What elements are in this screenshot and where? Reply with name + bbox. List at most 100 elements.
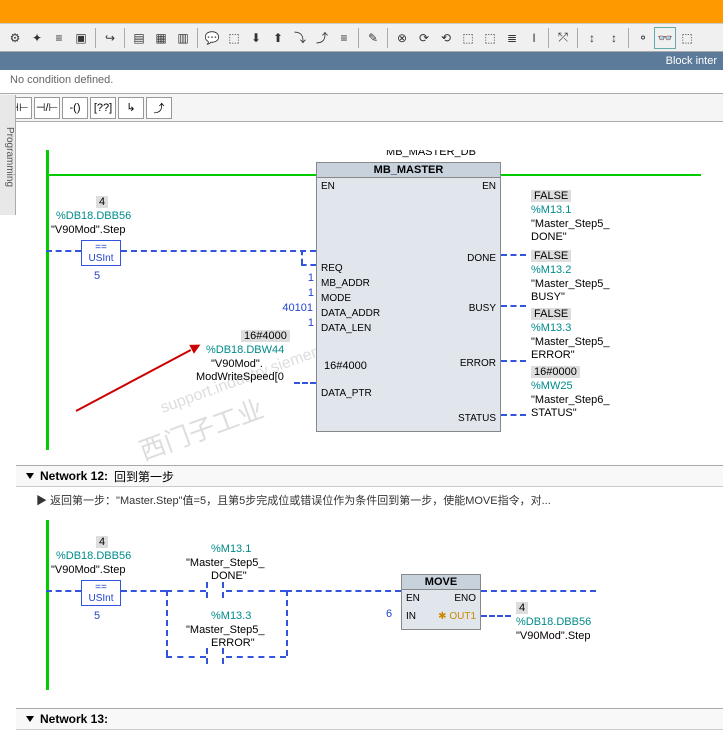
wire-dash-v <box>301 250 303 264</box>
n12-step-val: 4 <box>96 536 108 548</box>
contact-no[interactable] <box>206 648 224 664</box>
ptr-addr: %DB18.DBW44 <box>206 344 284 356</box>
busy-sym2: BUSY" <box>531 291 565 303</box>
power-rail <box>46 150 49 450</box>
tb-icon-8[interactable]: ▥ <box>172 27 194 49</box>
move-title: MOVE <box>402 575 480 590</box>
tb-icon-11[interactable]: ⬇ <box>245 27 267 49</box>
done-addr: %M13.1 <box>531 204 571 216</box>
tb-icon-25[interactable]: ↕ <box>581 27 603 49</box>
port-mode: MODE <box>321 293 351 304</box>
network-12-desc: ▶ 返回第一步："Master.Step"值=5，且第5步完成位或错误位作为条件… <box>36 492 551 508</box>
move-eno: ENO <box>454 593 476 604</box>
step-addr: %DB18.DBB56 <box>56 210 131 222</box>
tb-icon-19[interactable]: ⟲ <box>435 27 457 49</box>
toolbar-sep <box>387 28 388 48</box>
tb-icon-4[interactable]: ▣ <box>70 27 92 49</box>
ptr-sym2: ModWriteSpeed[0 <box>196 371 284 383</box>
n12-compare-box[interactable]: == USInt <box>81 580 121 606</box>
network-12-title: 回到第一步 <box>114 468 174 485</box>
tb-icon-20[interactable]: ⬚ <box>457 27 479 49</box>
compare-box[interactable]: == USInt <box>81 240 121 266</box>
out-val: 4 <box>516 602 528 614</box>
tb-icon-6[interactable]: ▤ <box>128 27 150 49</box>
tb-icon-13[interactable]: ⤵ <box>289 27 311 49</box>
stat-addr: %MW25 <box>531 380 573 392</box>
wire-dash <box>481 590 596 592</box>
done-sym1: "Master_Step5_ <box>531 218 610 230</box>
lad-coil[interactable]: -() <box>62 97 88 119</box>
n12-cmp-val: 5 <box>94 610 100 622</box>
tb-icon-14[interactable]: ⤴ <box>311 27 333 49</box>
busy-sym1: "Master_Step5_ <box>531 278 610 290</box>
block-interface-bar[interactable]: Block inter <box>0 52 723 70</box>
collapse-icon[interactable] <box>26 473 34 479</box>
wire <box>501 174 701 176</box>
tb-icon-27[interactable]: ⚬ <box>632 27 654 49</box>
fb-mb-master[interactable]: MB_MASTER EN EN REQ MB_ADDR MODE DATA_AD… <box>316 162 501 432</box>
move-out: ✱ OUT1 <box>438 611 476 622</box>
tb-icon-29[interactable]: ⬚ <box>676 27 698 49</box>
tb-icon-7[interactable]: ▦ <box>150 27 172 49</box>
wire-dash <box>46 590 81 592</box>
collapse-icon[interactable] <box>26 716 34 722</box>
tb-icon-3[interactable]: ≡ <box>48 27 70 49</box>
move-in-val: 6 <box>386 608 392 620</box>
wire-dash-v <box>166 590 168 656</box>
tb-icon-18[interactable]: ⟳ <box>413 27 435 49</box>
tb-icon-1[interactable]: ⚙ <box>4 27 26 49</box>
wire-dash <box>294 382 316 384</box>
port-mbaddr: MB_ADDR <box>321 278 370 289</box>
tb-icon-17[interactable]: ⊗ <box>391 27 413 49</box>
move-en: EN <box>406 593 420 604</box>
port-req: REQ <box>321 263 343 274</box>
busy-false: FALSE <box>531 250 571 262</box>
err-sym1: "Master_Step5_ <box>531 336 610 348</box>
tb-icon-9[interactable]: 💬 <box>201 27 223 49</box>
ladder-toolbar: ⊣⊢ ⊣/⊢ -() [??] ↳ ⤴ <box>0 94 723 122</box>
network-12-title-prefix: Network 12: <box>40 469 108 483</box>
c1-addr: %M13.1 <box>211 543 251 555</box>
toolbar-sep <box>577 28 578 48</box>
toolbar-sep <box>548 28 549 48</box>
lad-empty-box[interactable]: [??] <box>90 97 116 119</box>
network-12-header[interactable]: Network 12: 回到第一步 <box>16 465 723 487</box>
lad-branch-close[interactable]: ⤴ <box>146 97 172 119</box>
wire-dash-v <box>286 590 288 656</box>
tb-icon-22[interactable]: ≣ <box>501 27 523 49</box>
port-status: STATUS <box>458 413 496 424</box>
contact-no[interactable] <box>206 582 224 598</box>
tb-icon-15[interactable]: ≡ <box>333 27 355 49</box>
tb-icon-24[interactable]: ⤱ <box>552 27 574 49</box>
stat-sym2: STATUS" <box>531 407 577 419</box>
done-sym2: DONE" <box>531 231 567 243</box>
wire-dash <box>46 250 81 252</box>
tb-icon-10[interactable]: ⬚ <box>223 27 245 49</box>
tb-icon-2[interactable]: ✦ <box>26 27 48 49</box>
wire-dash <box>501 254 526 256</box>
n12-step-addr: %DB18.DBB56 <box>56 550 131 562</box>
annotation-arrow-head <box>189 340 203 354</box>
stat-sym1: "Master_Step6_ <box>531 394 610 406</box>
move-block[interactable]: MOVE EN ENO IN ✱ OUT1 <box>401 574 481 630</box>
lad-contact-nc[interactable]: ⊣/⊢ <box>34 97 60 119</box>
network-13-header[interactable]: Network 13: <box>16 708 723 730</box>
side-tab-programming[interactable]: Programming <box>0 95 16 215</box>
port-busy: BUSY <box>469 303 496 314</box>
tb-icon-26[interactable]: ↕ <box>603 27 625 49</box>
tb-icon-12[interactable]: ⬆ <box>267 27 289 49</box>
wire-dash <box>166 590 206 592</box>
step-sym: "V90Mod".Step <box>51 224 125 236</box>
toolbar-sep <box>197 28 198 48</box>
port-dataptr: DATA_PTR <box>321 388 372 399</box>
tb-icon-23[interactable]: I <box>523 27 545 49</box>
tb-icon-21[interactable]: ⬚ <box>479 27 501 49</box>
port-en: EN <box>321 181 335 192</box>
tb-icon-5[interactable]: ↪ <box>99 27 121 49</box>
port-eno: EN <box>482 181 496 192</box>
lad-branch-open[interactable]: ↳ <box>118 97 144 119</box>
fb-title: MB_MASTER <box>317 163 500 178</box>
tb-icon-16[interactable]: ✎ <box>362 27 384 49</box>
tb-icon-28[interactable]: 👓 <box>654 27 676 49</box>
network-13-title-prefix: Network 13: <box>40 712 108 726</box>
